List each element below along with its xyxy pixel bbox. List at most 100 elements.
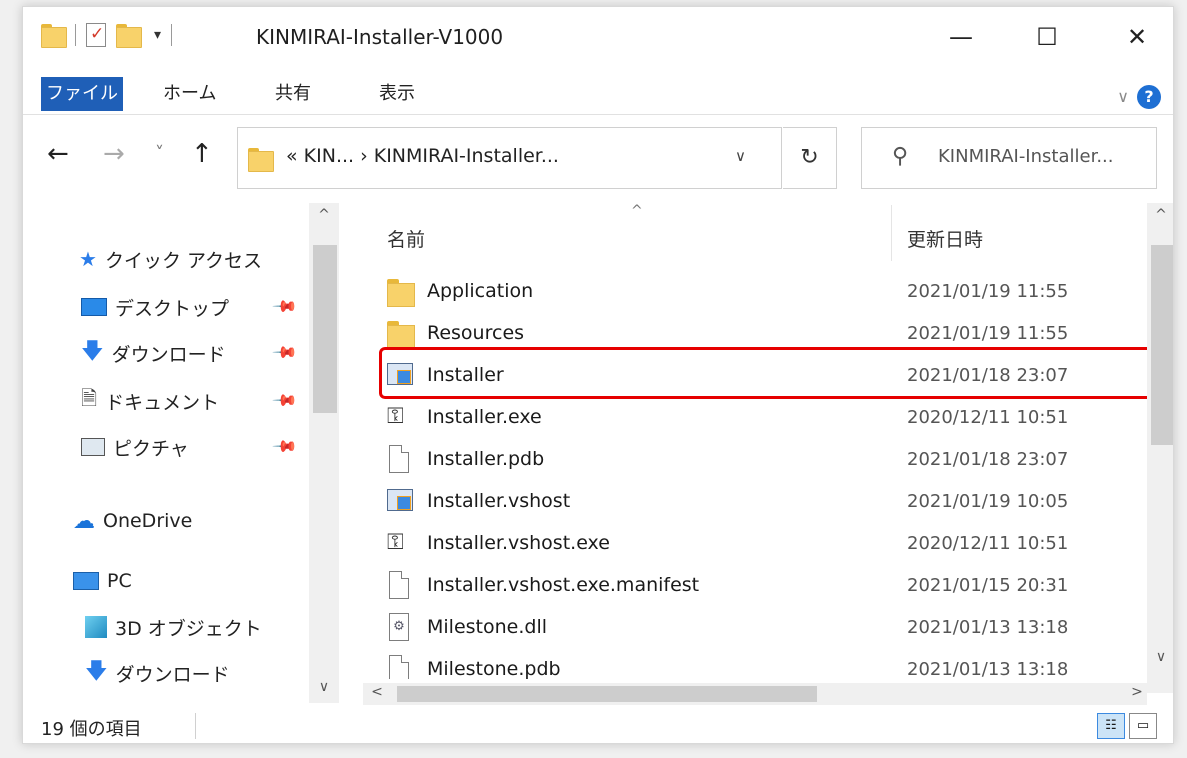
new-folder-icon[interactable] bbox=[116, 24, 142, 48]
highlight-box bbox=[379, 347, 1173, 399]
file-icon bbox=[389, 445, 409, 473]
sidebar-item-label: ピクチャ bbox=[113, 437, 189, 460]
sidebar-item-quick-access[interactable]: ★ クイック アクセス bbox=[79, 239, 262, 279]
chevron-down-icon[interactable]: ∨ bbox=[735, 147, 746, 165]
file-date: 2021/01/19 10:05 bbox=[907, 491, 1069, 512]
properties-icon[interactable] bbox=[86, 23, 106, 47]
scroll-thumb[interactable] bbox=[397, 686, 817, 702]
file-name: Milestone.dll bbox=[427, 616, 548, 638]
file-date: 2020/12/11 10:51 bbox=[907, 407, 1069, 428]
sidebar-item-label: ダウンロード bbox=[115, 663, 230, 686]
sort-ascending-icon: ^ bbox=[631, 203, 643, 219]
tab-share[interactable]: 共有 bbox=[275, 77, 311, 111]
pc-icon bbox=[73, 572, 99, 590]
pin-icon[interactable]: 📌 bbox=[271, 339, 299, 367]
config-file-icon bbox=[387, 489, 413, 511]
file-name: Installer.pdb bbox=[427, 448, 545, 470]
column-divider[interactable] bbox=[891, 205, 892, 261]
forward-button[interactable]: → bbox=[103, 139, 125, 169]
address-path[interactable]: « KIN... › KINMIRAI-Installer... bbox=[286, 145, 559, 167]
scroll-up-icon[interactable]: ^ bbox=[1147, 207, 1173, 223]
details-view-button[interactable]: ☷ bbox=[1097, 713, 1125, 739]
address-bar[interactable]: « KIN... › KINMIRAI-Installer... ∨ bbox=[237, 127, 782, 189]
file-row[interactable]: ⚙ Milestone.dll 2021/01/13 13:18 bbox=[363, 607, 1153, 649]
file-icon bbox=[389, 571, 409, 599]
recent-locations-button[interactable]: ˅ bbox=[155, 139, 164, 169]
sidebar-item-label: ダウンロード bbox=[111, 343, 226, 366]
back-button[interactable]: ← bbox=[47, 139, 69, 169]
tab-home[interactable]: ホーム bbox=[163, 77, 216, 111]
navigation-pane: ★ クイック アクセス デスクトップ 📌 🡇 ダウンロード 📌 🗎 ドキュメント… bbox=[23, 203, 353, 703]
large-icons-view-button[interactable]: ▭ bbox=[1129, 713, 1157, 739]
sidebar-item-documents[interactable]: 🗎 ドキュメント bbox=[81, 381, 219, 421]
file-row[interactable]: Installer.pdb 2021/01/18 23:07 bbox=[363, 439, 1153, 481]
window-title: KINMIRAI-Installer-V1000 bbox=[256, 25, 504, 49]
sidebar-item-label: クイック アクセス bbox=[104, 249, 263, 272]
search-input[interactable]: KINMIRAI-Installer... bbox=[938, 146, 1113, 167]
navigation-bar: ← → ˅ ↑ « KIN... › KINMIRAI-Installer...… bbox=[23, 127, 1173, 189]
pin-icon[interactable]: 📌 bbox=[271, 433, 299, 461]
scroll-thumb[interactable] bbox=[1151, 245, 1173, 445]
sidebar-item-3d-objects[interactable]: 3D オブジェクト bbox=[85, 607, 262, 647]
refresh-button[interactable]: ↻ bbox=[783, 127, 837, 189]
tab-file[interactable]: ファイル bbox=[41, 77, 123, 111]
scroll-left-icon[interactable]: < bbox=[367, 684, 387, 700]
tab-view[interactable]: 表示 bbox=[379, 77, 415, 111]
scroll-down-icon[interactable]: ∨ bbox=[309, 679, 339, 695]
nav-pane-scrollbar[interactable]: ^ ∨ bbox=[309, 203, 339, 703]
ribbon-expand-icon[interactable]: ∨ bbox=[1117, 87, 1129, 106]
sidebar-item-onedrive[interactable]: ☁ OneDrive bbox=[73, 501, 192, 541]
sidebar-item-label: PC bbox=[107, 570, 132, 592]
scroll-right-icon[interactable]: > bbox=[1127, 684, 1147, 700]
file-name: Installer.vshost.exe.manifest bbox=[427, 574, 700, 596]
close-button[interactable]: ✕ bbox=[1117, 21, 1157, 53]
maximize-button[interactable]: ☐ bbox=[1027, 21, 1067, 53]
scroll-down-icon[interactable]: ∨ bbox=[1147, 649, 1173, 665]
help-icon[interactable]: ? bbox=[1137, 85, 1161, 109]
sidebar-item-label: デスクトップ bbox=[115, 297, 230, 320]
search-box[interactable]: ⚲ KINMIRAI-Installer... bbox=[861, 127, 1157, 189]
column-header-name[interactable]: 名前 bbox=[387, 225, 425, 252]
explorer-window: ▾ KINMIRAI-Installer-V1000 — ☐ ✕ ファイル ホー… bbox=[22, 6, 1174, 744]
scroll-up-icon[interactable]: ^ bbox=[309, 207, 339, 223]
title-separator bbox=[171, 24, 173, 46]
folder-icon bbox=[387, 321, 415, 349]
folder-icon bbox=[41, 24, 67, 48]
file-row[interactable]: Installer.vshost.exe.manifest 2021/01/15… bbox=[363, 565, 1153, 607]
pin-icon[interactable]: 📌 bbox=[271, 293, 299, 321]
file-row[interactable]: Installer.vshost 2021/01/19 10:05 bbox=[363, 481, 1153, 523]
file-row[interactable]: Milestone.pdb 2021/01/13 13:18 bbox=[363, 649, 1153, 679]
scroll-thumb[interactable] bbox=[313, 245, 337, 413]
sidebar-item-pc[interactable]: PC bbox=[73, 561, 132, 601]
qat-customize-button[interactable]: ▾ bbox=[154, 27, 161, 43]
file-name: Installer.vshost bbox=[427, 490, 571, 512]
file-date: 2021/01/19 11:55 bbox=[907, 281, 1069, 302]
file-row[interactable]: Application 2021/01/19 11:55 bbox=[363, 271, 1153, 313]
qat-separator bbox=[75, 24, 76, 46]
download-icon: 🡇 bbox=[81, 339, 104, 364]
sidebar-item-label: ドキュメント bbox=[105, 391, 220, 414]
sidebar-item-label: OneDrive bbox=[103, 510, 193, 532]
minimize-button[interactable]: — bbox=[941, 21, 981, 53]
dll-icon: ⚙ bbox=[389, 613, 409, 641]
sidebar-item-downloads[interactable]: 🡇 ダウンロード bbox=[81, 333, 226, 373]
file-list-vertical-scrollbar[interactable]: ^ ∨ bbox=[1147, 203, 1173, 693]
sidebar-item-downloads-pc[interactable]: 🡇 ダウンロード bbox=[85, 653, 230, 693]
sidebar-item-desktop[interactable]: デスクトップ bbox=[81, 287, 229, 327]
column-header-date[interactable]: 更新日時 bbox=[907, 225, 983, 252]
up-button[interactable]: ↑ bbox=[191, 139, 213, 169]
file-list-horizontal-scrollbar[interactable]: < > bbox=[363, 683, 1147, 705]
folder-icon bbox=[387, 279, 415, 307]
file-date: 2021/01/18 23:07 bbox=[907, 449, 1069, 470]
file-row[interactable]: ⚿ Installer.vshost.exe 2020/12/11 10:51 bbox=[363, 523, 1153, 565]
pin-icon[interactable]: 📌 bbox=[271, 387, 299, 415]
status-bar: 19 個の項目 ☷ ▭ bbox=[23, 707, 1173, 743]
quick-access-toolbar: ▾ bbox=[41, 23, 182, 48]
file-name: Installer.vshost.exe bbox=[427, 532, 610, 554]
executable-icon: ⚿ bbox=[387, 404, 404, 429]
file-date: 2020/12/11 10:51 bbox=[907, 533, 1069, 554]
file-name: Application bbox=[427, 280, 534, 302]
sidebar-item-pictures[interactable]: ピクチャ bbox=[81, 427, 189, 467]
cube-icon bbox=[85, 616, 107, 638]
file-row[interactable]: ⚿ Installer.exe 2020/12/11 10:51 bbox=[363, 397, 1153, 439]
